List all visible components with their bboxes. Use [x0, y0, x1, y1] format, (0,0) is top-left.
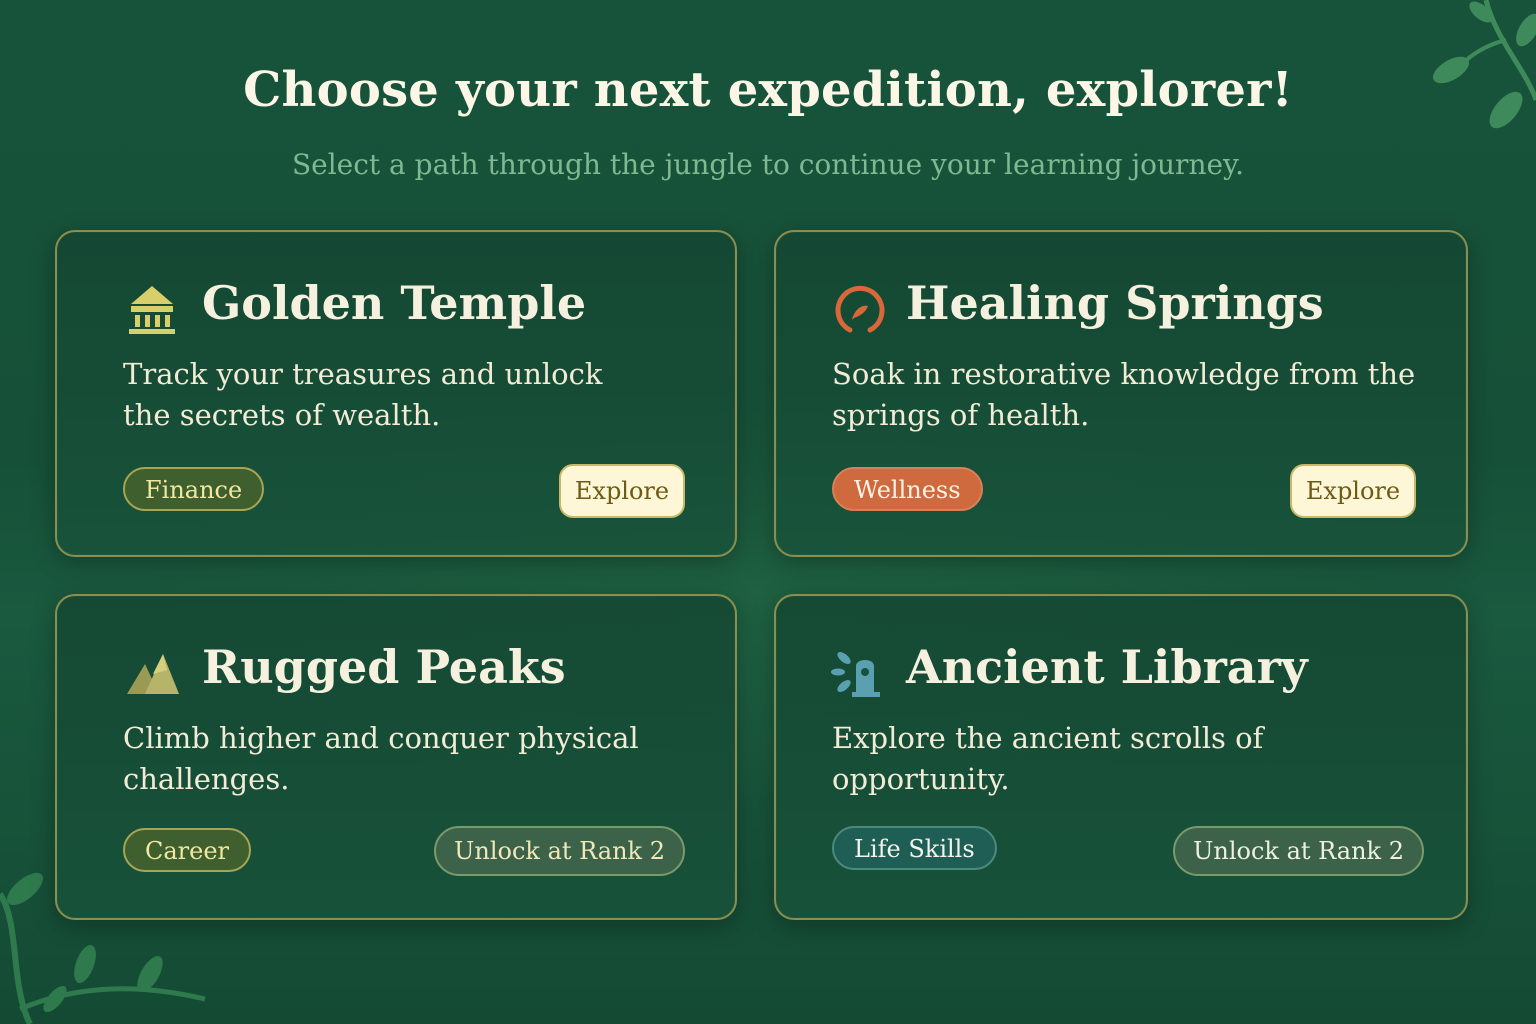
card-description: Climb higher and conquer physical challe…: [123, 721, 639, 796]
unlock-at-rank-button[interactable]: Unlock at Rank 2: [434, 826, 685, 876]
library-icon: [831, 652, 880, 697]
card-title: Rugged Peaks: [202, 640, 566, 694]
expedition-card-ancient-library: Ancient Library Explore the ancient scro…: [774, 594, 1468, 920]
expedition-card-rugged-peaks: Rugged Peaks Climb higher and conquer ph…: [55, 594, 737, 920]
explore-button[interactable]: Explore: [1290, 464, 1416, 518]
category-tag-career: Career: [123, 828, 252, 872]
card-description: Track your treasures and unlock the secr…: [123, 357, 603, 432]
category-tag-wellness: Wellness: [832, 467, 983, 511]
temple-icon: [129, 286, 175, 334]
card-title: Ancient Library: [906, 640, 1308, 694]
page-title: Choose your next expedition, explorer!: [243, 62, 1293, 118]
springs-icon: [835, 285, 885, 333]
expedition-card-golden-temple: Golden Temple Track your treasures and u…: [55, 230, 737, 557]
unlock-at-rank-button[interactable]: Unlock at Rank 2: [1173, 826, 1424, 876]
category-tag-finance: Finance: [123, 467, 265, 511]
card-description: Explore the ancient scrolls of opportuni…: [832, 721, 1264, 796]
expedition-card-healing-springs: Healing Springs Soak in restorative know…: [774, 230, 1468, 557]
card-title: Healing Springs: [906, 276, 1324, 330]
mountain-icon: [127, 654, 179, 694]
card-title: Golden Temple: [202, 276, 587, 330]
explore-button[interactable]: Explore: [559, 464, 685, 518]
page-subtitle: Select a path through the jungle to cont…: [291, 148, 1245, 181]
card-description: Soak in restorative knowledge from the s…: [832, 357, 1416, 432]
category-tag-life-skills: Life Skills: [832, 826, 997, 870]
